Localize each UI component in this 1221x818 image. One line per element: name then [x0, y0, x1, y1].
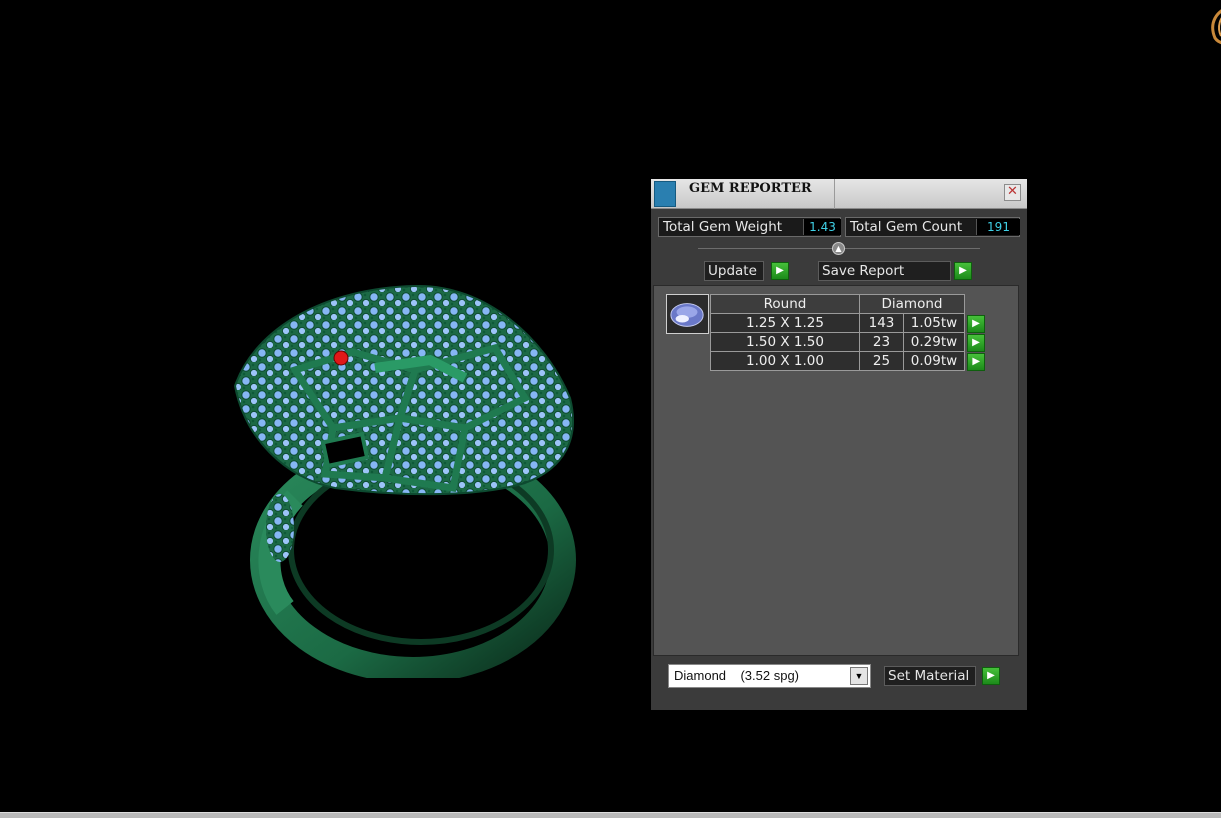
material-select[interactable]: Diamond (3.52 spg) ▼ — [668, 664, 871, 688]
gem-size: 1.00 X 1.00 — [710, 351, 860, 371]
logo-icon — [1211, 9, 1221, 45]
gem-count: 23 — [859, 332, 904, 352]
gem-size: 1.25 X 1.25 — [710, 313, 860, 333]
set-material-button-label: Set Material — [888, 668, 970, 684]
gem-count: 25 — [859, 351, 904, 371]
play-icon[interactable]: ▶ — [967, 333, 985, 352]
total-gem-weight-value: 1.43 — [803, 219, 841, 235]
update-button-label: Update — [708, 263, 757, 279]
total-gem-weight: Total Gem Weight 1.43 — [658, 217, 841, 237]
panel-titlebar[interactable]: GEM REPORTER ✕ — [651, 179, 1027, 209]
column-header-material: Diamond — [859, 294, 965, 314]
gem-weight: 0.29tw — [903, 332, 965, 352]
material-select-value: Diamond (3.52 spg) — [674, 668, 800, 683]
total-gem-count-label: Total Gem Count — [850, 219, 963, 235]
dropdown-arrow-icon[interactable]: ▼ — [850, 667, 868, 685]
gem-count: 143 — [859, 313, 904, 333]
diamond-gem-icon[interactable] — [666, 294, 709, 334]
collapse-arrow-icon[interactable]: ▲ — [832, 242, 845, 255]
play-icon[interactable]: ▶ — [771, 262, 789, 280]
gem-weight: 0.09tw — [903, 351, 965, 371]
gem-reporter-app-icon — [654, 181, 676, 207]
play-icon[interactable]: ▶ — [954, 262, 972, 280]
3d-viewport[interactable]: GEM REPORTER ✕ Total Gem Weight 1.43 Tot… — [0, 0, 1221, 812]
play-icon[interactable]: ▶ — [967, 352, 986, 371]
update-button[interactable]: Update — [704, 261, 764, 281]
gem-table: Round Diamond 1.25 X 1.25 143 1.05tw ▶ 1… — [710, 294, 988, 371]
save-report-button[interactable]: Save Report — [818, 261, 951, 281]
total-gem-count: Total Gem Count 191 — [845, 217, 1020, 237]
status-bar — [0, 812, 1221, 818]
titlebar-divider — [834, 179, 835, 209]
play-icon[interactable]: ▶ — [967, 314, 985, 333]
save-report-button-label: Save Report — [822, 263, 905, 279]
gem-weight: 1.05tw — [903, 313, 965, 333]
close-icon[interactable]: ✕ — [1004, 184, 1021, 201]
column-header-shape: Round — [710, 294, 860, 314]
set-material-button[interactable]: Set Material — [884, 666, 976, 686]
table-row[interactable]: 1.25 X 1.25 143 1.05tw ▶ — [710, 313, 988, 333]
table-row[interactable]: 1.50 X 1.50 23 0.29tw ▶ — [710, 332, 988, 352]
gem-list: Round Diamond 1.25 X 1.25 143 1.05tw ▶ 1… — [653, 285, 1019, 656]
table-row[interactable]: 1.00 X 1.00 25 0.09tw ▶ — [710, 351, 988, 371]
play-icon[interactable]: ▶ — [982, 667, 1000, 685]
total-gem-count-value: 191 — [976, 219, 1020, 235]
panel-title: GEM REPORTER — [689, 181, 812, 196]
gem-size: 1.50 X 1.50 — [710, 332, 860, 352]
total-gem-weight-label: Total Gem Weight — [663, 219, 783, 235]
ring-model[interactable] — [225, 278, 585, 678]
gem-reporter-panel: GEM REPORTER ✕ Total Gem Weight 1.43 Tot… — [651, 179, 1027, 710]
